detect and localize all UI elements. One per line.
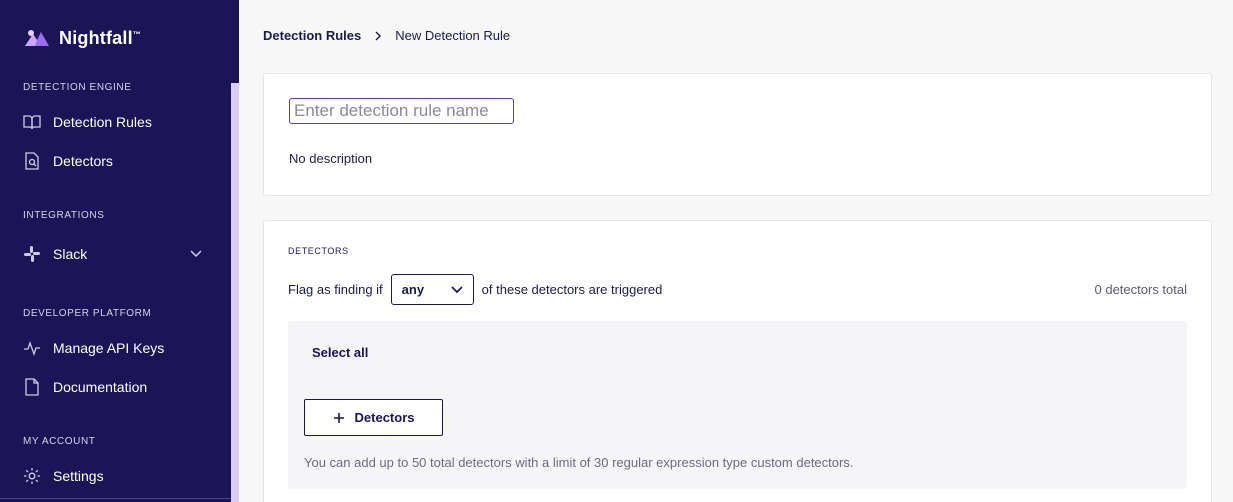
breadcrumb-current: New Detection Rule bbox=[395, 28, 511, 43]
sidebar-scrollbar[interactable] bbox=[231, 83, 239, 502]
sidebar-item-slack[interactable]: Slack bbox=[23, 241, 213, 267]
rule-name-input[interactable] bbox=[289, 98, 514, 124]
breadcrumb: Detection Rules New Detection Rule bbox=[263, 28, 510, 43]
match-mode-value: any bbox=[401, 282, 425, 297]
sidebar-item-detection-rules[interactable]: Detection Rules bbox=[23, 109, 213, 135]
sidebar: Nightfall™ DETECTION ENGINE Detection Ru… bbox=[0, 0, 239, 502]
section-title-my-account: MY ACCOUNT bbox=[23, 436, 96, 447]
gear-icon bbox=[24, 468, 40, 484]
chevron-down-icon[interactable] bbox=[189, 247, 203, 261]
detectors-limit-hint: You can add up to 50 total detectors wit… bbox=[304, 455, 854, 470]
slack-icon bbox=[24, 246, 40, 262]
sidebar-item-label: Detectors bbox=[53, 153, 113, 169]
sidebar-item-label: Manage API Keys bbox=[53, 340, 165, 356]
sidebar-item-label: Documentation bbox=[53, 379, 148, 395]
sidebar-item-label: Settings bbox=[53, 468, 104, 484]
sidebar-item-manage-api-keys[interactable]: Manage API Keys bbox=[23, 335, 213, 361]
nightfall-logo-icon bbox=[25, 30, 49, 46]
add-detectors-label: Detectors bbox=[354, 410, 415, 425]
brand-name: Nightfall™ bbox=[59, 27, 141, 48]
divider bbox=[0, 498, 231, 499]
sidebar-item-label: Slack bbox=[53, 246, 88, 262]
add-detectors-button[interactable]: Detectors bbox=[304, 399, 443, 436]
file-icon bbox=[25, 378, 39, 396]
sidebar-item-label: Detection Rules bbox=[53, 114, 152, 130]
chevron-down-icon bbox=[451, 285, 463, 293]
sidebar-item-settings[interactable]: Settings bbox=[23, 463, 213, 489]
detectors-section-title: DETECTORS bbox=[288, 246, 349, 256]
match-mode-select[interactable]: any bbox=[390, 274, 474, 305]
section-title-detection-engine: DETECTION ENGINE bbox=[23, 82, 132, 93]
breadcrumb-link-detection-rules[interactable]: Detection Rules bbox=[263, 28, 361, 43]
file-search-icon bbox=[25, 152, 39, 170]
plus-icon bbox=[333, 412, 344, 423]
section-title-integrations: INTEGRATIONS bbox=[23, 210, 105, 221]
rule-info-card: No description bbox=[263, 73, 1212, 196]
activity-icon bbox=[24, 341, 40, 356]
detectors-card: DETECTORS Flag as finding if any of thes… bbox=[263, 220, 1212, 502]
section-title-developer-platform: DEVELOPER PLATFORM bbox=[23, 308, 152, 319]
select-all-link[interactable]: Select all bbox=[312, 345, 368, 360]
flag-suffix-text: of these detectors are triggered bbox=[481, 282, 663, 297]
sidebar-item-documentation[interactable]: Documentation bbox=[23, 374, 213, 400]
book-open-icon bbox=[23, 115, 41, 130]
flag-prefix-text: Flag as finding if bbox=[288, 282, 383, 297]
brand[interactable]: Nightfall™ bbox=[23, 26, 141, 50]
detectors-panel: Select all Detectors You can add up to 5… bbox=[288, 321, 1187, 489]
chevron-right-icon bbox=[375, 31, 382, 40]
sidebar-item-detectors[interactable]: Detectors bbox=[23, 148, 213, 174]
rule-description[interactable]: No description bbox=[289, 151, 372, 166]
flag-condition-row: Flag as finding if any of these detector… bbox=[288, 274, 662, 305]
detectors-total: 0 detectors total bbox=[1094, 282, 1188, 297]
